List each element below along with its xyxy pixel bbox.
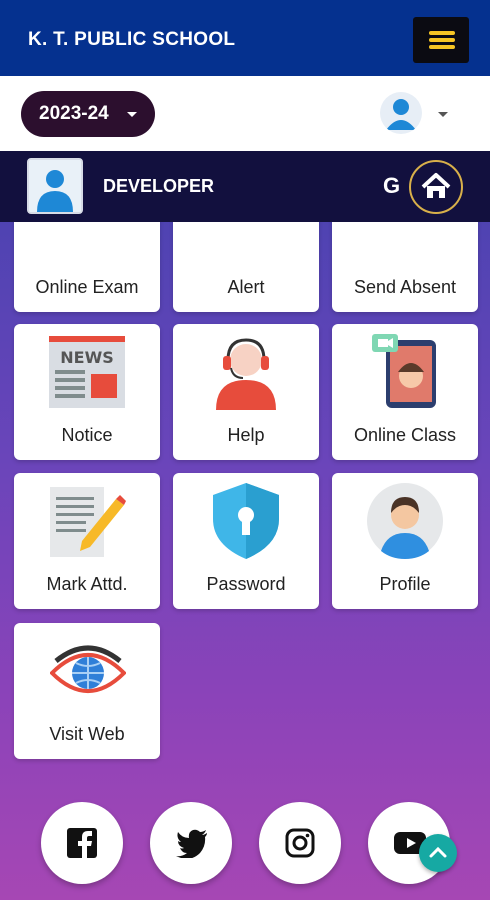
tile-label: Mark Attd. — [46, 574, 128, 594]
chevron-up-icon — [429, 846, 447, 858]
tile-label: Profile — [379, 574, 431, 594]
twitter-icon — [176, 829, 207, 858]
home-button[interactable] — [409, 160, 463, 214]
facebook-button[interactable] — [41, 802, 123, 884]
tile-alert[interactable]: Alert — [173, 222, 319, 312]
menu-line-icon — [429, 38, 455, 42]
user-menu-chevron-icon[interactable] — [438, 112, 448, 117]
tile-visit-web[interactable]: Visit Web — [14, 623, 160, 759]
dashboard-content: Online Exam Alert Send Absent NEWS Notic… — [0, 222, 490, 900]
tile-label: Visit Web — [49, 724, 125, 744]
profile-avatar-icon — [367, 483, 443, 559]
instagram-button[interactable] — [259, 802, 341, 884]
tile-online-class[interactable]: Online Class — [332, 324, 478, 460]
facebook-icon — [67, 828, 97, 858]
user-name: DEVELOPER — [103, 176, 215, 196]
app-bar: K. T. PUBLIC SCHOOL — [0, 0, 490, 76]
tile-notice[interactable]: NEWS Notice — [14, 324, 160, 460]
svg-text:NEWS: NEWS — [60, 348, 114, 367]
scroll-to-top-button[interactable] — [419, 834, 457, 872]
menu-line-icon — [429, 45, 455, 49]
menu-line-icon — [429, 31, 455, 35]
tile-help[interactable]: Help — [173, 324, 319, 460]
headset-icon — [216, 338, 276, 410]
eye-globe-icon — [50, 645, 126, 693]
tile-label: Password — [206, 574, 286, 594]
session-year-value: 2023-24 — [39, 103, 109, 124]
home-icon — [421, 173, 451, 198]
bell-icon — [216, 222, 276, 236]
tile-label: Alert — [227, 277, 265, 297]
google-translate-button[interactable]: G — [383, 173, 400, 199]
tile-label: Send Absent — [353, 277, 457, 297]
session-toolbar: 2023-24 — [0, 76, 490, 151]
hamburger-menu-button[interactable] — [413, 17, 469, 63]
tile-online-exam[interactable]: Online Exam — [14, 222, 160, 312]
tile-label: Notice — [61, 425, 113, 445]
tile-label: Help — [227, 425, 265, 445]
tile-label: Online Class — [353, 425, 457, 445]
news-icon: NEWS — [49, 336, 125, 408]
tile-mark-attendance[interactable]: Mark Attd. — [14, 473, 160, 609]
video-class-icon — [372, 334, 436, 408]
session-year-dropdown[interactable]: 2023-24 — [21, 91, 155, 137]
send-absent-icon — [365, 222, 445, 236]
app-title: K. T. PUBLIC SCHOOL — [28, 29, 236, 50]
document-pencil-icon — [50, 487, 126, 557]
tile-label: Online Exam — [35, 277, 139, 297]
chevron-down-icon — [127, 112, 137, 117]
tile-send-absent[interactable]: Send Absent — [332, 222, 478, 312]
instagram-icon — [285, 828, 315, 858]
tile-profile[interactable]: Profile — [332, 473, 478, 609]
developer-avatar-icon — [27, 158, 83, 214]
shield-key-icon — [213, 483, 279, 559]
tile-password[interactable]: Password — [173, 473, 319, 609]
user-avatar-icon[interactable] — [380, 92, 422, 134]
twitter-button[interactable] — [150, 802, 232, 884]
online-exam-icon — [57, 222, 117, 236]
